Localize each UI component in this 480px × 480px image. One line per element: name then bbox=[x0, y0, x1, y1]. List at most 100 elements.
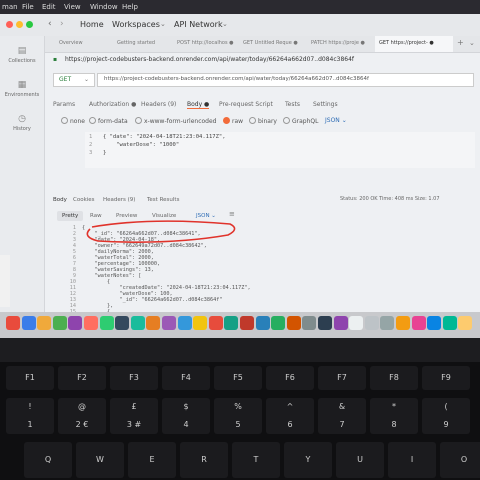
dock-app-icon[interactable] bbox=[302, 316, 317, 330]
tab-overview[interactable]: Overview bbox=[59, 40, 83, 46]
function-key[interactable]: F4 bbox=[162, 366, 210, 390]
minimize-window-icon[interactable] bbox=[16, 21, 23, 28]
nav-api-network[interactable]: API Network bbox=[174, 20, 223, 29]
tab-getting-started[interactable]: Getting started bbox=[117, 40, 155, 46]
dock-app-icon[interactable] bbox=[333, 316, 348, 330]
zoom-window-icon[interactable] bbox=[26, 21, 33, 28]
tab-tests[interactable]: Tests bbox=[285, 101, 300, 108]
mode-none[interactable]: none bbox=[61, 117, 85, 125]
sidebar-item-environments[interactable]: ▦ Environments bbox=[0, 80, 44, 98]
url-input[interactable]: https://project-codebusters-backend.onre… bbox=[97, 73, 474, 87]
sidebar-item-collections[interactable]: ▤ Collections bbox=[0, 46, 44, 64]
tab-response-headers[interactable]: Headers (9) bbox=[103, 197, 135, 203]
wrap-lines-icon[interactable]: ≡ bbox=[229, 210, 235, 218]
dock-app-icon[interactable] bbox=[458, 316, 473, 330]
function-key[interactable]: F8 bbox=[370, 366, 418, 390]
dock-app-icon[interactable] bbox=[442, 316, 457, 330]
letter-key[interactable]: R bbox=[180, 442, 228, 478]
method-select[interactable]: GET ⌄ bbox=[53, 73, 95, 87]
function-key[interactable]: F7 bbox=[318, 366, 366, 390]
number-key[interactable]: & 7 bbox=[318, 398, 366, 434]
dock-app-icon[interactable] bbox=[208, 316, 223, 330]
dock-app-icon[interactable] bbox=[162, 316, 176, 330]
dock-app-icon[interactable] bbox=[224, 316, 239, 330]
dock-app-icon[interactable] bbox=[52, 316, 67, 330]
add-tab-icon[interactable]: + bbox=[457, 38, 464, 47]
tab-authorization[interactable]: Authorization ● bbox=[89, 101, 136, 108]
function-key[interactable]: F6 bbox=[266, 366, 314, 390]
letter-key[interactable]: E bbox=[128, 442, 176, 478]
menu-help[interactable]: Help bbox=[122, 3, 138, 11]
number-key[interactable]: £3 # bbox=[110, 398, 158, 434]
request-body-editor[interactable]: 1 2 3 { "date": "2024-04-18T21:23:04.117… bbox=[85, 132, 475, 168]
chevron-down-icon[interactable]: ⌄ bbox=[469, 39, 475, 47]
dock-app-icon[interactable] bbox=[364, 316, 379, 330]
nav-home[interactable]: Home bbox=[80, 20, 104, 29]
letter-key[interactable]: W bbox=[76, 442, 124, 478]
dock-app-icon[interactable] bbox=[411, 316, 426, 330]
dock-app-icon[interactable] bbox=[21, 316, 36, 330]
mode-form-data[interactable]: form-data bbox=[89, 117, 128, 125]
tab-get-untitled[interactable]: GET Untitled Reque ● bbox=[243, 40, 298, 46]
letter-key[interactable]: Q bbox=[24, 442, 72, 478]
tab-cookies[interactable]: Cookies bbox=[73, 197, 95, 203]
tab-response-body[interactable]: Body bbox=[53, 197, 67, 203]
number-key[interactable]: * 8 bbox=[370, 398, 418, 434]
function-key[interactable]: F2 bbox=[58, 366, 106, 390]
nav-workspaces[interactable]: Workspaces bbox=[112, 20, 160, 29]
menu-file[interactable]: File bbox=[22, 3, 34, 11]
dock-app-icon[interactable] bbox=[130, 316, 145, 330]
chevron-down-icon[interactable]: ⌄ bbox=[160, 20, 166, 28]
dock-app-icon[interactable] bbox=[193, 316, 208, 330]
letter-key[interactable]: U bbox=[336, 442, 384, 478]
number-key[interactable]: @2 € bbox=[58, 398, 106, 434]
dock-app-icon[interactable] bbox=[37, 316, 52, 330]
dock-app-icon[interactable] bbox=[240, 316, 254, 330]
menu-view[interactable]: View bbox=[64, 3, 81, 11]
forward-arrow-icon[interactable]: › bbox=[60, 19, 64, 29]
menu-edit[interactable]: Edit bbox=[42, 3, 56, 11]
dock-app-icon[interactable] bbox=[146, 316, 161, 330]
number-key[interactable]: $4 bbox=[162, 398, 210, 434]
tab-test-results[interactable]: Test Results bbox=[147, 197, 179, 203]
tab-params[interactable]: Params bbox=[53, 101, 75, 108]
letter-key[interactable]: T bbox=[232, 442, 280, 478]
number-key[interactable]: ! 1 bbox=[6, 398, 54, 434]
dock-app-icon[interactable] bbox=[68, 316, 83, 330]
dock-app-icon[interactable] bbox=[6, 316, 20, 330]
dock-app-icon[interactable] bbox=[255, 316, 270, 330]
number-key[interactable]: ^ 6 bbox=[266, 398, 314, 434]
dock-app-icon[interactable] bbox=[380, 316, 395, 330]
dock-app-icon[interactable] bbox=[286, 316, 301, 330]
tab-settings[interactable]: Settings bbox=[313, 101, 338, 108]
tab-headers[interactable]: Headers (9) bbox=[141, 101, 176, 108]
mode-binary[interactable]: binary bbox=[249, 117, 277, 125]
close-window-icon[interactable] bbox=[6, 21, 13, 28]
dock-app-icon[interactable] bbox=[271, 316, 286, 330]
function-key[interactable]: F9 bbox=[422, 366, 470, 390]
menu-window[interactable]: Window bbox=[90, 3, 118, 11]
dock-app-icon[interactable] bbox=[427, 316, 442, 330]
letter-key[interactable]: O bbox=[440, 442, 480, 478]
letter-key[interactable]: Y bbox=[284, 442, 332, 478]
tab-patch-project[interactable]: PATCH https://proje ● bbox=[311, 40, 365, 46]
dock-app-icon[interactable] bbox=[396, 316, 410, 330]
dock-app-icon[interactable] bbox=[318, 316, 332, 330]
dock-app-icon[interactable] bbox=[99, 316, 114, 330]
tab-body[interactable]: Body ● bbox=[187, 101, 210, 109]
menu-app[interactable]: man bbox=[2, 3, 18, 11]
format-json-select[interactable]: JSON ⌄ bbox=[325, 117, 347, 124]
number-key[interactable]: % 5 bbox=[214, 398, 262, 434]
dock-app-icon[interactable] bbox=[115, 316, 130, 330]
function-key[interactable]: F3 bbox=[110, 366, 158, 390]
dock-app-icon[interactable] bbox=[177, 316, 192, 330]
back-arrow-icon[interactable]: ‹ bbox=[48, 19, 52, 29]
tab-pre-request-script[interactable]: Pre-request Script bbox=[219, 101, 273, 108]
sidebar-item-history[interactable]: ◷ History bbox=[0, 114, 44, 132]
chevron-down-icon[interactable]: ⌄ bbox=[222, 20, 228, 28]
dock-app-icon[interactable] bbox=[349, 316, 364, 330]
tab-post-localhost[interactable]: POST http://localhos ● bbox=[177, 40, 234, 46]
function-key[interactable]: F1 bbox=[6, 366, 54, 390]
mode-graphql[interactable]: GraphQL bbox=[283, 117, 318, 125]
dock-app-icon[interactable] bbox=[84, 316, 98, 330]
